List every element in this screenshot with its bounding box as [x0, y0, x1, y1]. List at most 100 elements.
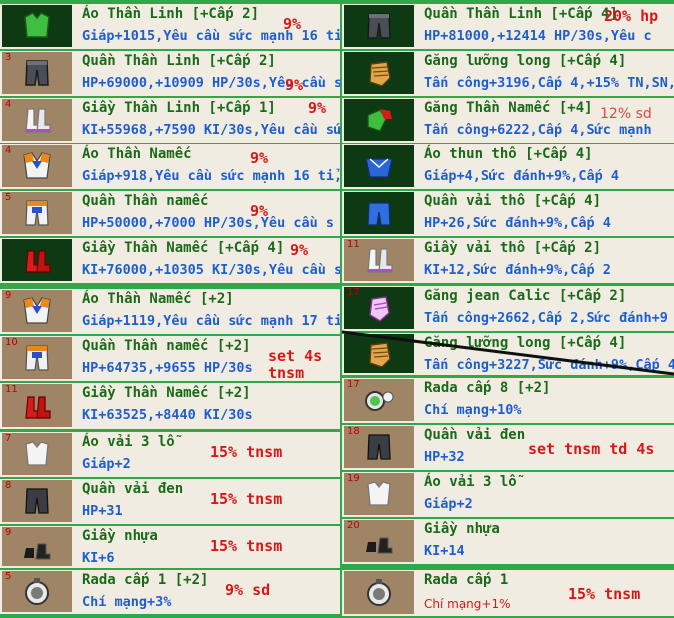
- slot-number: 7: [5, 433, 12, 444]
- left-item-row-12[interactable]: 9 Giầy nhựa KI+6 15% tnsm: [0, 526, 340, 568]
- black-shoes-icon: [366, 537, 393, 554]
- radar-icon: [25, 577, 49, 605]
- left-item-row-2[interactable]: 3 Quần Thần Linh [+Cấp 2] HP+69000,+10909 …: [0, 51, 340, 96]
- namek-armor-icon: [23, 297, 51, 324]
- left-item-row-1[interactable]: Áo Thần Linh [+Cấp 2] Giáp+1015,Yêu cầu s…: [0, 4, 340, 49]
- item-name: Áo vải 3 lỗ: [424, 474, 517, 490]
- right-item-row-2[interactable]: Găng lưỡng long [+Cấp 4] Tấn công+3196,Cấ…: [342, 51, 674, 96]
- handwritten-note: 20% hp: [604, 7, 659, 25]
- item-slot[interactable]: [344, 145, 414, 187]
- gray-pants-icon: [367, 13, 391, 39]
- item-name: Quần vải đen: [82, 481, 184, 497]
- item-name: Giầy vải thô [+Cấp 2]: [424, 240, 602, 256]
- item-name: Găng jean Calic [+Cấp 2]: [424, 288, 627, 304]
- handwritten-note: 15% tnsm: [210, 443, 283, 461]
- slot-number: 9: [5, 290, 12, 301]
- right-item-row-13[interactable]: Rada cấp 1 Chí mạng+1% 15% tnsm: [342, 570, 674, 616]
- red-boots-icon: [25, 395, 51, 419]
- item-slot[interactable]: 17: [344, 379, 414, 421]
- handwritten-note: 12% sd: [600, 106, 652, 122]
- slot-number: 19: [347, 473, 360, 484]
- item-slot[interactable]: 4: [2, 99, 72, 141]
- item-slot[interactable]: [344, 5, 414, 47]
- right-item-row-10[interactable]: 18 Quần vải đen HP+32 set tnsm td 4s: [342, 425, 674, 470]
- left-item-row-10[interactable]: 7 Áo vải 3 lỗ Giáp+2 15% tnsm: [0, 432, 340, 477]
- black-pants-icon: [25, 488, 49, 514]
- item-slot[interactable]: 3: [2, 52, 72, 94]
- handwritten-note: 9%: [290, 241, 309, 259]
- left-item-row-3[interactable]: 4 Giầy Thần Linh [+Cấp 1] KI+55968,+7590 K…: [0, 98, 340, 143]
- left-item-row-5[interactable]: 5 Quần Thần namếc HP+50000,+7000 HP/30s,Yê…: [0, 191, 340, 236]
- item-name: Giầy Thần Namếc [+2]: [82, 385, 251, 401]
- right-item-row-4[interactable]: Áo thun thô [+Cấp 4] Giáp+4,Sức đánh+9%,C…: [342, 144, 674, 189]
- right-item-row-5[interactable]: Quần vải thô [+Cấp 4] HP+26,Sức đánh+9%,C…: [342, 191, 674, 236]
- item-slot[interactable]: 11: [2, 384, 72, 427]
- left-item-row-9[interactable]: 11 Giầy Thần Namếc [+2] KI+63525,+8440 KI/…: [0, 383, 340, 429]
- slot-number: 5: [5, 571, 12, 582]
- item-name: Áo Thần Namếc: [82, 146, 192, 162]
- white-boots-icon: [367, 248, 393, 273]
- item-slot[interactable]: 19: [344, 473, 414, 515]
- item-slot[interactable]: 17: [344, 287, 414, 329]
- left-item-row-13[interactable]: 5 Rada cấp 1 [+2] Chí mạng+3% 9% sd: [0, 570, 340, 614]
- item-slot[interactable]: 10: [2, 337, 72, 379]
- slot-number: 11: [347, 239, 360, 250]
- blue-shirt-icon: [365, 158, 393, 178]
- item-slot[interactable]: [2, 5, 72, 47]
- item-name: Quần vải đen: [424, 427, 526, 443]
- item-slot[interactable]: 7: [2, 433, 72, 475]
- slot-number: 20: [347, 520, 360, 531]
- item-slot[interactable]: 8: [2, 480, 72, 522]
- item-slot[interactable]: [344, 52, 414, 94]
- item-slot[interactable]: 4: [2, 145, 72, 187]
- black-shoes-icon: [24, 543, 51, 559]
- item-slot[interactable]: 11: [344, 239, 414, 281]
- handwritten-note: 9%: [250, 149, 269, 167]
- item-slot[interactable]: 9: [2, 527, 72, 566]
- right-item-row-6[interactable]: 11 Giầy vải thô [+Cấp 2] KI+12,Sức đánh+9%…: [342, 238, 674, 283]
- right-item-row-12[interactable]: 20 Giầy nhựa KI+14: [342, 519, 674, 564]
- left-item-row-8[interactable]: 10 Quần Thần namếc [+2] HP+64735,+9655 HP/…: [0, 336, 340, 381]
- right-item-row-9[interactable]: 17 Rada cấp 8 [+2] Chí mạng+10%: [342, 378, 674, 423]
- black-pants-icon: [367, 434, 391, 460]
- left-item-row-4[interactable]: 4 Áo Thần Namếc Giáp+918,Yêu cầu sức mạnh …: [0, 144, 340, 189]
- right-item-row-11[interactable]: 19 Áo vải 3 lỗ Giáp+2: [342, 472, 674, 517]
- item-slot[interactable]: 5: [2, 571, 72, 612]
- slot-number: 4: [5, 99, 12, 110]
- item-slot[interactable]: 5: [2, 192, 72, 234]
- item-slot[interactable]: 18: [344, 426, 414, 468]
- item-slot[interactable]: 20: [344, 520, 414, 562]
- item-name: Rada cấp 1 [+2]: [82, 572, 209, 588]
- handwritten-note: set 4s tnsm: [268, 347, 323, 382]
- item-stats: HP+32: [424, 449, 465, 465]
- right-item-row-1[interactable]: Quần Thần Linh [+Cấp 4] HP+81000,+12414 H…: [342, 4, 674, 49]
- item-stats: Giáp+1119,Yêu cầu sức mạnh 17 tỉ: [82, 313, 340, 329]
- item-name: Găng Thần Namếc [+4]: [424, 100, 593, 116]
- slot-number: 10: [5, 337, 18, 348]
- item-name: Giầy Thần Namếc [+Cấp 4]: [82, 240, 285, 256]
- slash-annotation: [342, 330, 674, 376]
- item-slot[interactable]: [344, 99, 414, 141]
- dragon-glove-icon: [369, 61, 391, 87]
- slot-number: 17: [347, 379, 360, 390]
- right-item-row-3[interactable]: Găng Thần Namếc [+4] Tấn công+6222,Cấp 4,…: [342, 98, 674, 143]
- left-item-row-11[interactable]: 8 Quần vải đen HP+31 15% tnsm: [0, 479, 340, 524]
- item-name: Áo Thần Namếc [+2]: [82, 291, 234, 307]
- item-stats: KI+12,Sức đánh+9%,Cấp 2: [424, 262, 611, 278]
- item-stats: Chí mạng+1%: [424, 597, 511, 611]
- item-slot[interactable]: [2, 239, 72, 281]
- item-slot[interactable]: [344, 571, 414, 614]
- handwritten-note: 15% tnsm: [210, 537, 283, 555]
- left-item-row-6[interactable]: Giầy Thần Namếc [+Cấp 4] KI+76000,+10305 …: [0, 238, 340, 283]
- handwritten-note: 9%: [250, 202, 269, 220]
- left-item-row-7[interactable]: 9 Áo Thần Namếc [+2] Giáp+1119,Yêu cầu sức…: [0, 289, 340, 334]
- item-slot[interactable]: 9: [2, 290, 72, 332]
- item-stats: HP+50000,+7000 HP/30s,Yêu cầu s: [82, 215, 334, 231]
- slot-number: 3: [5, 52, 12, 63]
- handwritten-note: set tnsm td 4s: [528, 440, 655, 458]
- right-item-row-7[interactable]: 17 Găng jean Calic [+Cấp 2] Tấn công+2662,…: [342, 286, 674, 331]
- item-slot[interactable]: [344, 192, 414, 234]
- item-stats: HP+26,Sức đánh+9%,Cấp 4: [424, 215, 611, 231]
- handwritten-note: 15% tnsm: [210, 490, 283, 508]
- item-name: Áo thun thô [+Cấp 4]: [424, 146, 593, 162]
